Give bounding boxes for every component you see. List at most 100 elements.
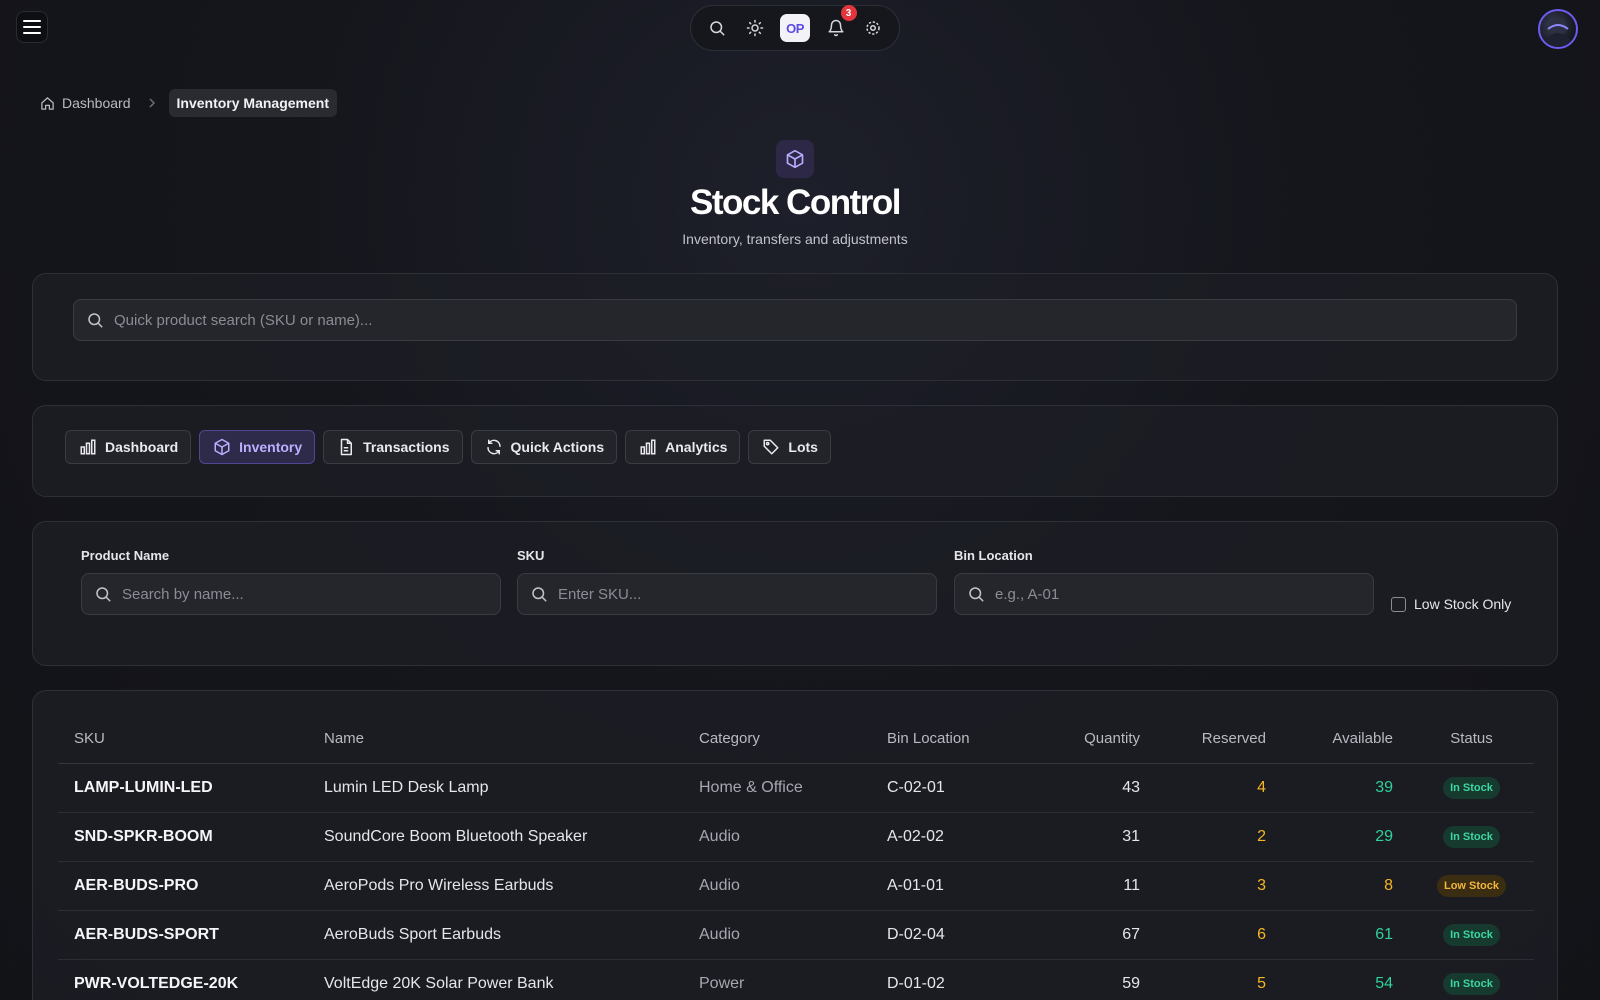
tab-label: Transactions: [363, 439, 450, 455]
cell-quantity: 67: [1021, 910, 1156, 960]
cell-sku: AER-BUDS-SPORT: [58, 910, 308, 960]
cell-status: Low Stock: [1409, 861, 1534, 911]
tab-bar: Dashboard Inventory Transactions Quick A…: [65, 430, 831, 464]
tab-lots[interactable]: Lots: [748, 430, 831, 464]
bin-location-input[interactable]: [995, 585, 1373, 603]
user-avatar[interactable]: [1538, 9, 1578, 49]
filter-label: Product Name: [81, 548, 170, 563]
cell-status: In Stock: [1409, 959, 1534, 1000]
menu-button[interactable]: [16, 11, 48, 43]
breadcrumb-home-label: Dashboard: [62, 95, 131, 111]
cell-sku: PWR-VOLTEDGE-20K: [58, 959, 308, 1000]
cell-quantity: 31: [1021, 812, 1156, 862]
column-header-available[interactable]: Available: [1282, 715, 1409, 764]
column-header-bin[interactable]: Bin Location: [871, 715, 1021, 764]
cell-category: Audio: [683, 910, 871, 960]
column-header-sku[interactable]: SKU: [58, 715, 308, 764]
cell-name: Lumin LED Desk Lamp: [308, 763, 683, 813]
cell-status: In Stock: [1409, 763, 1534, 813]
product-name-input[interactable]: [122, 585, 500, 603]
column-header-category[interactable]: Category: [683, 715, 871, 764]
breadcrumb-current: Inventory Management: [168, 89, 337, 117]
filter-sku: SKU: [517, 548, 937, 615]
notification-badge: 3: [840, 5, 857, 21]
low-stock-checkbox[interactable]: [1391, 596, 1406, 612]
cell-status: In Stock: [1409, 812, 1534, 862]
search-icon: [88, 313, 103, 328]
tab-transactions[interactable]: Transactions: [323, 430, 463, 464]
table-row[interactable]: PWR-VOLTEDGE-20K VoltEdge 20K Solar Powe…: [58, 959, 1534, 1000]
settings-button[interactable]: [861, 16, 885, 40]
cell-bin: D-01-02: [871, 959, 1021, 1000]
filter-label: SKU: [517, 548, 545, 563]
gear-icon: [866, 21, 880, 35]
cell-status: In Stock: [1409, 910, 1534, 960]
table-header-row: SKU Name Category Bin Location Quantity …: [58, 715, 1534, 764]
cell-name: AeroPods Pro Wireless Earbuds: [308, 861, 683, 911]
sku-input[interactable]: [558, 585, 936, 603]
product-name-field[interactable]: [81, 573, 501, 615]
sku-field[interactable]: [517, 573, 937, 615]
table-row[interactable]: LAMP-LUMIN-LED Lumin LED Desk Lamp Home …: [58, 763, 1534, 813]
column-header-quantity[interactable]: Quantity: [1021, 715, 1156, 764]
sun-icon: [746, 19, 763, 37]
status-badge: In Stock: [1443, 776, 1500, 799]
bell-icon: [828, 19, 843, 37]
low-stock-toggle[interactable]: Low Stock Only: [1391, 596, 1511, 612]
theme-toggle-button[interactable]: [743, 16, 767, 40]
status-badge: In Stock: [1443, 972, 1500, 995]
breadcrumb: Dashboard Inventory Management: [40, 89, 337, 117]
page-title: Stock Control: [690, 183, 901, 222]
table-row[interactable]: SND-SPKR-BOOM SoundCore Boom Bluetooth S…: [58, 812, 1534, 862]
column-header-status[interactable]: Status: [1409, 715, 1534, 764]
cell-reserved: 5: [1156, 959, 1282, 1000]
bin-location-field[interactable]: [954, 573, 1374, 615]
inventory-table-card: SKU Name Category Bin Location Quantity …: [32, 690, 1558, 1000]
table-row[interactable]: AER-BUDS-SPORT AeroBuds Sport Earbuds Au…: [58, 910, 1534, 960]
tab-quick-actions[interactable]: Quick Actions: [470, 430, 618, 464]
filter-bin-location: Bin Location: [954, 548, 1374, 615]
tab-label: Quick Actions: [510, 439, 605, 455]
cell-quantity: 59: [1021, 959, 1156, 1000]
page-icon: [776, 140, 814, 178]
low-stock-label: Low Stock Only: [1414, 596, 1512, 612]
refresh-icon: [486, 439, 501, 455]
tab-label: Inventory: [239, 439, 303, 455]
tab-inventory[interactable]: Inventory: [199, 430, 316, 464]
search-icon: [710, 21, 725, 36]
cell-bin: C-02-01: [871, 763, 1021, 813]
cell-category: Audio: [683, 861, 871, 911]
breadcrumb-home[interactable]: Dashboard: [40, 95, 131, 111]
cell-sku: SND-SPKR-BOOM: [58, 812, 308, 862]
cell-bin: A-02-02: [871, 812, 1021, 862]
column-header-reserved[interactable]: Reserved: [1156, 715, 1282, 764]
document-icon: [340, 438, 353, 456]
tab-dashboard[interactable]: Dashboard: [65, 430, 192, 464]
op-logo-button[interactable]: OP: [780, 14, 810, 42]
tab-analytics[interactable]: Analytics: [625, 430, 741, 464]
quick-search-input[interactable]: [114, 311, 1516, 329]
cell-available: 61: [1282, 910, 1409, 960]
cell-quantity: 11: [1021, 861, 1156, 911]
cell-reserved: 4: [1156, 763, 1282, 813]
filter-product-name: Product Name: [81, 548, 501, 615]
cell-category: Audio: [683, 812, 871, 862]
chevron-right-icon: [148, 98, 155, 108]
cell-bin: A-01-01: [871, 861, 1021, 911]
box-icon: [786, 149, 804, 169]
quick-search-box[interactable]: [73, 299, 1517, 341]
cell-reserved: 2: [1156, 812, 1282, 862]
column-header-name[interactable]: Name: [308, 715, 683, 764]
cell-available: 8: [1282, 861, 1409, 911]
filter-label: Bin Location: [954, 548, 1033, 563]
notifications-button[interactable]: 3: [824, 5, 857, 40]
cell-category: Power: [683, 959, 871, 1000]
search-icon: [532, 587, 547, 602]
quick-search-card: [32, 273, 1558, 381]
cell-bin: D-02-04: [871, 910, 1021, 960]
search-button[interactable]: [705, 16, 729, 40]
tab-label: Analytics: [665, 439, 728, 455]
avatar-image: [1544, 18, 1572, 47]
cell-name: SoundCore Boom Bluetooth Speaker: [308, 812, 683, 862]
table-row[interactable]: AER-BUDS-PRO AeroPods Pro Wireless Earbu…: [58, 861, 1534, 911]
